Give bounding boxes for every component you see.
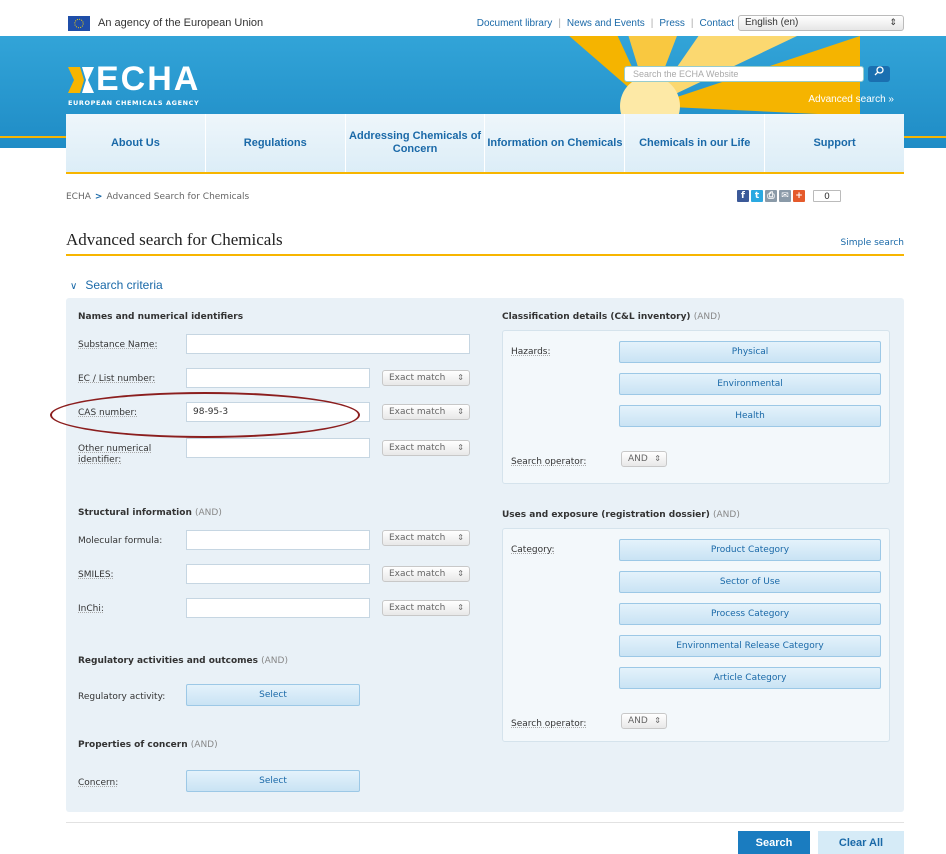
uses-subpanel: Category: Product Category Sector of Use… xyxy=(502,528,890,742)
eu-agency-text: An agency of the European Union xyxy=(98,17,264,29)
select-arrows-icon: ⇕ xyxy=(654,454,661,463)
search-criteria-toggle[interactable]: ∨ Search criteria xyxy=(66,278,163,292)
link-news-events[interactable]: News and Events xyxy=(567,18,645,29)
other-identifier-input[interactable] xyxy=(186,438,370,458)
facebook-icon[interactable]: f xyxy=(737,190,749,202)
category-operator-label: Search operator: xyxy=(511,719,587,729)
regulatory-activity-label: Regulatory activity: xyxy=(78,692,166,702)
hazards-label: Hazards: xyxy=(511,347,551,357)
eu-flag-icon xyxy=(68,16,90,31)
smiles-label: SMILES: xyxy=(78,570,114,580)
ec-number-input[interactable] xyxy=(186,368,370,388)
actions-divider xyxy=(66,822,904,823)
nav-rule-right xyxy=(904,136,946,138)
category-label: Category: xyxy=(511,545,555,555)
title-divider xyxy=(66,254,904,256)
substance-name-label: Substance Name: xyxy=(78,340,158,350)
eu-agency-bar: An agency of the European Union Document… xyxy=(64,12,904,34)
concern-select-button[interactable]: Select xyxy=(186,770,360,792)
regulatory-activity-select-button[interactable]: Select xyxy=(186,684,360,706)
select-arrows-icon: ⇕ xyxy=(457,569,464,578)
nav-chemicals-in-our-life[interactable]: Chemicals in our Life xyxy=(625,114,766,172)
clear-all-button[interactable]: Clear All xyxy=(818,831,904,854)
classification-subpanel: Hazards: Physical Environmental Health S… xyxy=(502,330,890,484)
nav-rule-left xyxy=(0,136,66,138)
category-operator-select[interactable]: AND ⇕ xyxy=(621,713,667,729)
ec-match-select[interactable]: Exact match ⇕ xyxy=(382,370,470,386)
main-nav: About Us Regulations Addressing Chemical… xyxy=(66,114,904,174)
process-category-button[interactable]: Process Category xyxy=(619,603,881,625)
inchi-label: InChi: xyxy=(78,604,104,614)
top-links: Document library | News and Events | Press | C… xyxy=(476,18,734,29)
substance-name-input[interactable] xyxy=(186,334,470,354)
echa-logo[interactable]: ECHA EUROPEAN CHEMICALS AGENCY xyxy=(68,60,200,107)
breadcrumb: ECHA > Advanced Search for Chemicals xyxy=(66,192,249,202)
breadcrumb-separator: > xyxy=(94,192,103,202)
other-identifier-label: Other numerical identifier: xyxy=(78,444,152,465)
share-plus-icon[interactable]: + xyxy=(793,190,805,202)
select-arrows-icon: ⇕ xyxy=(457,407,464,416)
simple-search-link[interactable]: Simple search xyxy=(841,238,905,248)
hazard-operator-label: Search operator: xyxy=(511,457,587,467)
article-category-button[interactable]: Article Category xyxy=(619,667,881,689)
search-icon xyxy=(874,66,884,76)
email-icon[interactable]: ✉ xyxy=(779,190,791,202)
advanced-search-link[interactable]: Advanced search » xyxy=(808,94,894,105)
concern-label: Concern: xyxy=(78,778,119,788)
smiles-input[interactable] xyxy=(186,564,370,584)
concern-section-title: Properties of concern (AND) xyxy=(78,740,218,750)
ec-number-label: EC / List number: xyxy=(78,374,156,384)
nav-information-on-chemicals[interactable]: Information on Chemicals xyxy=(485,114,626,172)
regulatory-section-title: Regulatory activities and outcomes (AND) xyxy=(78,656,288,666)
hazard-health-button[interactable]: Health xyxy=(619,405,881,427)
share-buttons: f t ⎙ ✉ + 0 xyxy=(737,190,841,202)
structural-section-title: Structural information (AND) xyxy=(78,508,222,518)
echa-logo-mark-icon xyxy=(68,67,94,93)
environmental-release-category-button[interactable]: Environmental Release Category xyxy=(619,635,881,657)
hazard-environmental-button[interactable]: Environmental xyxy=(619,373,881,395)
breadcrumb-current: Advanced Search for Chemicals xyxy=(106,192,250,202)
select-arrows-icon: ⇕ xyxy=(654,716,661,725)
language-select[interactable]: English (en) ⇕ xyxy=(738,15,904,31)
nav-about-us[interactable]: About Us xyxy=(66,114,206,172)
names-section-title: Names and numerical identifiers xyxy=(78,312,244,322)
print-icon[interactable]: ⎙ xyxy=(765,190,777,202)
nav-addressing-chemicals[interactable]: Addressing Chemicals of Concern xyxy=(346,114,486,172)
cas-highlight-oval xyxy=(50,392,360,438)
select-arrows-icon: ⇕ xyxy=(457,603,464,612)
site-search-button[interactable] xyxy=(868,66,890,82)
formula-match-select[interactable]: Exact match ⇕ xyxy=(382,530,470,546)
hazard-physical-button[interactable]: Physical xyxy=(619,341,881,363)
share-count: 0 xyxy=(813,190,841,202)
molecular-formula-input[interactable] xyxy=(186,530,370,550)
nav-support[interactable]: Support xyxy=(765,114,904,172)
smiles-match-select[interactable]: Exact match ⇕ xyxy=(382,566,470,582)
twitter-icon[interactable]: t xyxy=(751,190,763,202)
search-criteria-panel: Names and numerical identifiers Substanc… xyxy=(66,298,904,812)
other-match-select[interactable]: Exact match ⇕ xyxy=(382,440,470,456)
molecular-formula-label: Molecular formula: xyxy=(78,536,163,546)
select-arrows-icon: ⇕ xyxy=(889,17,897,27)
classification-section-title: Classification details (C&L inventory) (… xyxy=(502,312,721,322)
breadcrumb-home[interactable]: ECHA xyxy=(66,192,91,202)
select-arrows-icon: ⇕ xyxy=(457,443,464,452)
select-arrows-icon: ⇕ xyxy=(457,533,464,542)
site-search-input[interactable]: Search the ECHA Website xyxy=(624,66,864,82)
uses-section-title: Uses and exposure (registration dossier)… xyxy=(502,510,740,520)
link-press[interactable]: Press xyxy=(659,18,685,29)
product-category-button[interactable]: Product Category xyxy=(619,539,881,561)
select-arrows-icon: ⇕ xyxy=(457,373,464,382)
link-contact[interactable]: Contact xyxy=(700,18,734,29)
cas-match-select[interactable]: Exact match ⇕ xyxy=(382,404,470,420)
inchi-match-select[interactable]: Exact match ⇕ xyxy=(382,600,470,616)
hazard-operator-select[interactable]: AND ⇕ xyxy=(621,451,667,467)
link-document-library[interactable]: Document library xyxy=(477,18,553,29)
inchi-input[interactable] xyxy=(186,598,370,618)
nav-regulations[interactable]: Regulations xyxy=(206,114,346,172)
search-button[interactable]: Search xyxy=(738,831,810,854)
top-strip xyxy=(0,0,946,10)
chevron-down-icon: ∨ xyxy=(70,281,78,292)
page-title: Advanced search for Chemicals xyxy=(66,230,283,249)
sector-of-use-button[interactable]: Sector of Use xyxy=(619,571,881,593)
